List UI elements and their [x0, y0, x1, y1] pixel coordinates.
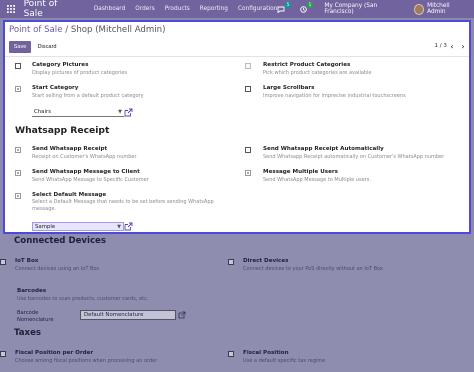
category-pictures-checkbox[interactable] [15, 63, 21, 69]
activities-badge: 1 [306, 1, 314, 8]
breadcrumb: Point of Sale / Shop (Mitchell Admin) [5, 22, 469, 40]
send-whatsapp-message-desc: Send WhatsApp Message to Specific Custom… [32, 177, 149, 183]
pager-previous-button[interactable]: ‹ [447, 41, 457, 52]
direct-devices-desc: Connect devices to your PoS directly wit… [243, 266, 383, 272]
barcode-nomenclature-select[interactable]: Default Nomenclature [80, 310, 176, 320]
start-category-value: Chairs [34, 109, 52, 115]
fiscal-position-title: Fiscal Position [243, 350, 289, 356]
messages-badge: 5 [284, 1, 292, 8]
fiscal-position-per-order-desc: Choose among fiscal positions when proce… [15, 358, 158, 364]
default-message-title: Select Default Message [32, 192, 107, 198]
barcode-nomenclature-label: Barcode Nomenclature [17, 310, 54, 323]
iot-box-checkbox[interactable] [0, 259, 6, 265]
large-scrollbars-desc: Improve navigation for imprecise industr… [263, 93, 406, 99]
send-whatsapp-receipt-desc: Receipt on Customer's WhatsApp number [32, 154, 137, 160]
default-message-value: Sample [35, 224, 56, 230]
breadcrumb-separator: / [65, 25, 69, 35]
iot-box-desc: Connect devices using an IoT Box [15, 266, 100, 272]
menu-dashboard[interactable]: Dashboard [94, 6, 125, 12]
company-switcher[interactable]: My Company (San Francisco) [324, 3, 404, 15]
chat-icon [277, 6, 285, 13]
default-message-select[interactable]: Sample ▼ [32, 222, 124, 231]
user-avatar[interactable] [413, 3, 425, 15]
breadcrumb-current: Shop (Mitchell Admin) [70, 25, 166, 35]
message-multiple-users-desc: Send WhatsApp Message to Multiple users. [263, 177, 371, 183]
category-pictures-title: Category Pictures [32, 62, 89, 68]
direct-devices-checkbox[interactable] [228, 259, 234, 265]
restrict-categories-checkbox[interactable] [245, 63, 251, 69]
menu-products[interactable]: Products [165, 6, 190, 12]
large-scrollbars-title: Large Scrollbars [263, 85, 315, 91]
barcodes-title: Barcodes [17, 288, 47, 294]
send-whatsapp-receipt-title: Send Whatsapp Receipt [32, 146, 108, 152]
start-category-select[interactable]: Chairs ▼ [32, 108, 124, 117]
barcodes-desc: Use barcodes to scan products, customer … [17, 296, 149, 302]
fiscal-position-checkbox[interactable] [228, 351, 234, 357]
messaging-button[interactable]: 5 [277, 1, 292, 13]
apps-menu-icon[interactable] [4, 0, 18, 18]
category-pictures-desc: Display pictures of product categories [32, 70, 128, 76]
activities-button[interactable]: 1 [300, 1, 314, 13]
caret-down-icon: ▼ [118, 109, 122, 115]
menu-reporting[interactable]: Reporting [200, 6, 228, 12]
app-brand[interactable]: Point of Sale [24, 0, 78, 19]
setting-barcodes: Barcodes Use barcodes to scan products, … [17, 288, 148, 302]
setting-direct-devices: Direct Devices Connect devices to your P… [228, 258, 383, 272]
fiscal-position-per-order-title: Fiscal Position per Order [15, 350, 94, 356]
start-category-title: Start Category [32, 85, 79, 91]
menu-configuration[interactable]: Configuration [238, 6, 277, 12]
chevron-right-icon: › [461, 42, 465, 51]
message-multiple-users-checkbox[interactable] [245, 170, 251, 176]
setting-fiscal-position: Fiscal Position Use a default specific t… [228, 350, 325, 364]
fiscal-position-per-order-checkbox[interactable] [0, 351, 6, 357]
send-whatsapp-auto-desc: Send Whatsapp Receipt automatically on C… [263, 154, 445, 160]
control-panel: Save Discard 1 / 3 ‹ › [5, 39, 469, 57]
pager-value[interactable]: 1 / 3 [434, 43, 447, 49]
large-scrollbars-checkbox[interactable] [245, 86, 251, 92]
restrict-categories-desc: Pick which product categories are availa… [263, 70, 372, 76]
save-button[interactable]: Save [9, 41, 31, 53]
default-message-desc: Select a Default Message that needs to b… [32, 199, 214, 212]
send-whatsapp-auto-title: Send Whatsapp Receipt Automatically [263, 146, 384, 152]
send-whatsapp-receipt-checkbox[interactable] [15, 147, 21, 153]
background-settings-page: Connected Devices IoT Box Connect device… [0, 232, 474, 372]
start-category-desc: Start selling from a default product cat… [32, 93, 144, 99]
taxes-heading: Taxes [14, 328, 42, 338]
iot-box-title: IoT Box [15, 258, 39, 264]
discard-button[interactable]: Discard [33, 41, 61, 53]
shop-config-dialog: Point of Sale / Shop (Mitchell Admin) Sa… [3, 20, 471, 234]
message-multiple-users-title: Message Multiple Users [263, 169, 339, 175]
restrict-categories-title: Restrict Product Categories [263, 62, 351, 68]
navbar-systray: 5 1 My Company (San Francisco) Mitchell … [277, 1, 468, 15]
user-menu[interactable]: Mitchell Admin [427, 3, 468, 15]
send-whatsapp-message-title: Send Whatsapp Message to Client [32, 169, 140, 175]
external-link-icon[interactable] [124, 108, 133, 117]
main-menu: Dashboard Orders Products Reporting Conf… [94, 6, 278, 12]
external-link-icon[interactable] [178, 311, 186, 319]
default-message-checkbox[interactable] [15, 193, 21, 199]
send-whatsapp-message-checkbox[interactable] [15, 170, 21, 176]
start-category-checkbox[interactable] [15, 86, 21, 92]
setting-fiscal-position-per-order: Fiscal Position per Order Choose among f… [0, 350, 157, 364]
pager-next-button[interactable]: › [458, 41, 468, 52]
menu-orders[interactable]: Orders [135, 6, 155, 12]
fiscal-position-desc: Use a default specific tax regime [243, 358, 326, 364]
clock-icon [300, 5, 308, 13]
setting-iot-box: IoT Box Connect devices using an IoT Box [0, 258, 99, 272]
caret-down-icon: ▼ [117, 224, 121, 230]
send-whatsapp-auto-checkbox[interactable] [245, 147, 251, 153]
direct-devices-title: Direct Devices [243, 258, 289, 264]
external-link-icon[interactable] [124, 222, 133, 231]
top-navbar: Point of Sale Dashboard Orders Products … [0, 0, 474, 19]
whatsapp-receipt-heading: Whatsapp Receipt [15, 125, 110, 136]
chevron-left-icon: ‹ [450, 42, 454, 51]
connected-devices-heading: Connected Devices [14, 236, 106, 246]
breadcrumb-parent[interactable]: Point of Sale [9, 25, 62, 35]
